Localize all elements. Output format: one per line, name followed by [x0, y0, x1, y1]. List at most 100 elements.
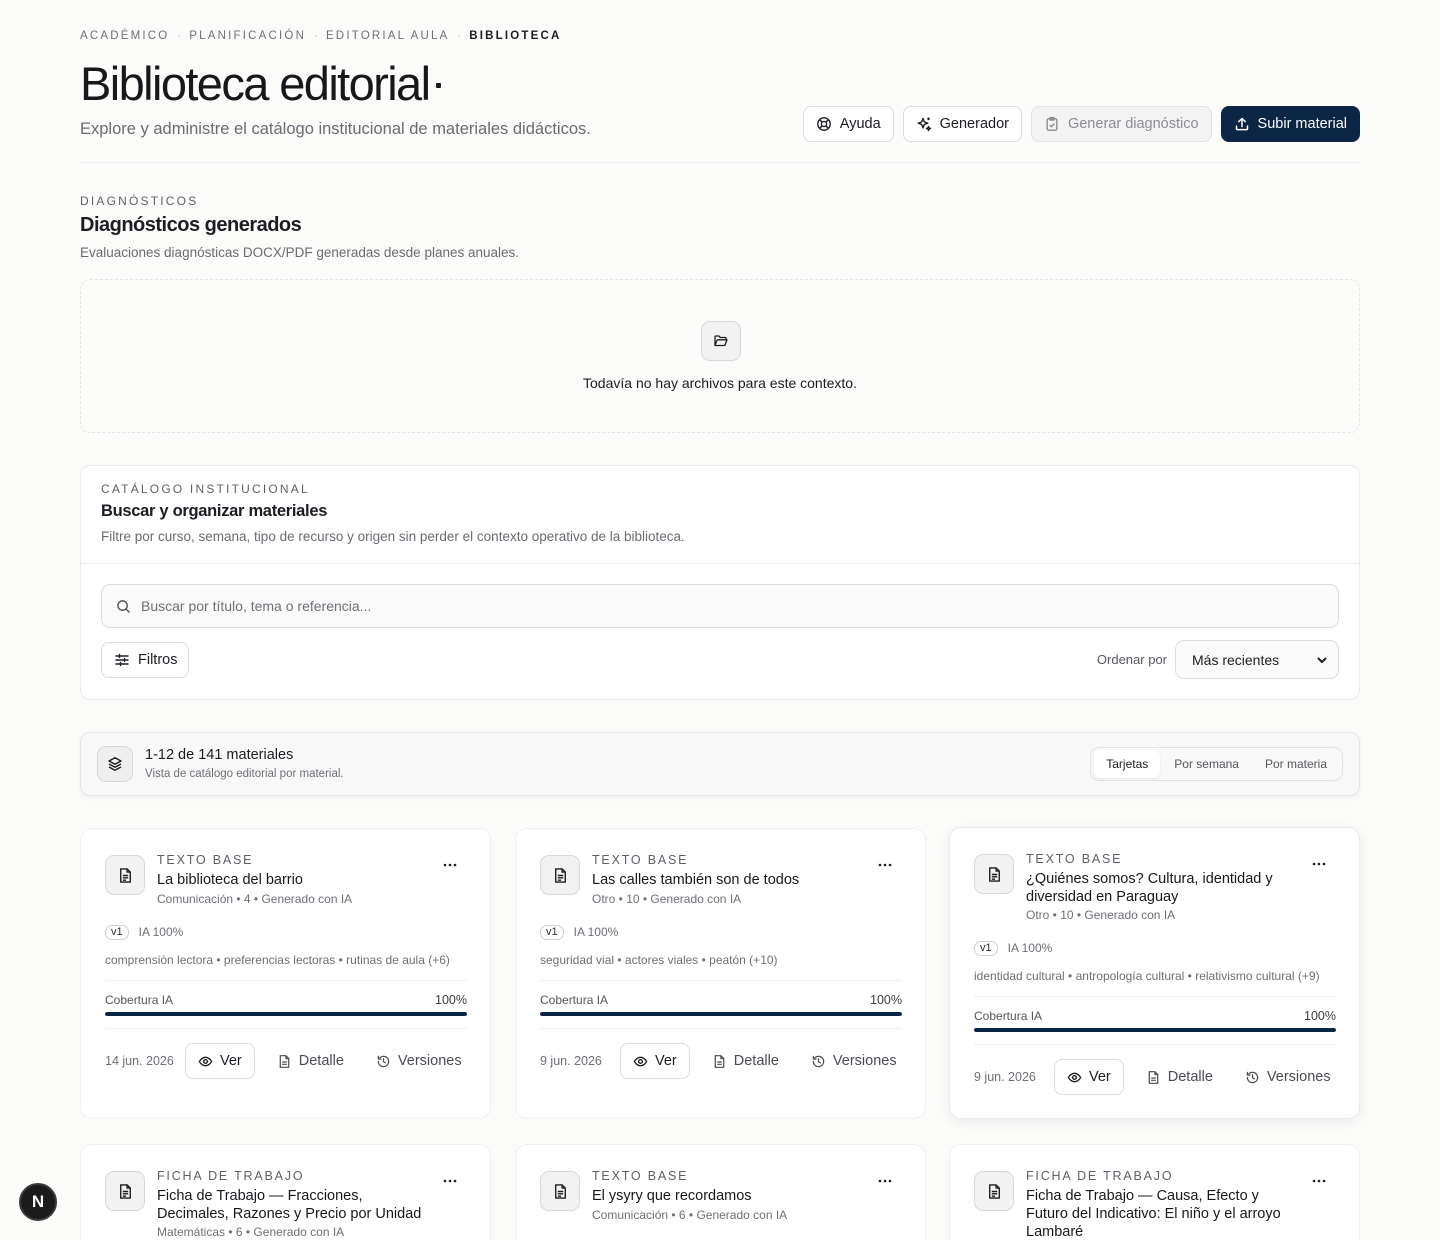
- material-title[interactable]: Las calles también son de todos: [592, 871, 862, 889]
- material-card[interactable]: TEXTO BASE Las calles también son de tod…: [515, 828, 926, 1119]
- document-icon: [105, 1171, 145, 1211]
- version-badge: v1: [540, 924, 564, 940]
- breadcrumb-item[interactable]: EDITORIAL AULA: [326, 30, 449, 42]
- diagnostics-title: Diagnósticos generados: [80, 214, 302, 236]
- material-type: TEXTO BASE: [592, 1169, 689, 1183]
- header-actions: Ayuda Generador Generar diagnóstico Subi…: [802, 106, 1360, 142]
- material-meta: Comunicación • 6 • Generado con IA: [592, 1208, 788, 1222]
- file-text-icon: [714, 1054, 725, 1068]
- catalog-description: Filtre por curso, semana, tipo de recurs…: [101, 529, 685, 544]
- empty-message: Todavía no hay archivos para este contex…: [583, 375, 857, 391]
- material-tags: identidad cultural • antropología cultur…: [974, 969, 1320, 983]
- material-date: 9 jun. 2026: [540, 1054, 602, 1068]
- view-tab-by-week[interactable]: Por semana: [1162, 750, 1251, 778]
- coverage-bar: [974, 1028, 1336, 1032]
- diagnostics-description: Evaluaciones diagnósticas DOCX/PDF gener…: [80, 245, 520, 260]
- material-title[interactable]: La biblioteca del barrio: [157, 871, 427, 889]
- view-tab-by-subject[interactable]: Por materia: [1253, 750, 1339, 778]
- material-title[interactable]: Ficha de Trabajo — Fracciones, Decimales…: [157, 1187, 427, 1223]
- history-icon: [1246, 1071, 1259, 1083]
- diagnostics-empty-state: Todavía no hay archivos para este contex…: [80, 279, 1360, 433]
- results-bar: 1-12 de 141 materiales Vista de catálogo…: [80, 732, 1360, 796]
- material-card[interactable]: FICHA DE TRABAJO Ficha de Trabajo — Caus…: [949, 1144, 1360, 1240]
- material-meta: Matemáticas • 6 • Generado con IA: [157, 1225, 345, 1239]
- card-body: v1 IA 100% comprensión lectora • preferen…: [105, 924, 467, 1079]
- sort-select[interactable]: Más recientes: [1175, 640, 1339, 679]
- file-text-icon: [1148, 1070, 1159, 1084]
- versions-button[interactable]: Versiones: [811, 1053, 897, 1069]
- material-card[interactable]: TEXTO BASE El ysyry que recordamos Comun…: [515, 1144, 926, 1240]
- breadcrumb-item[interactable]: ACADÉMICO: [80, 30, 169, 42]
- view-button[interactable]: Ver: [185, 1043, 255, 1079]
- ai-percentage: IA 100%: [1007, 941, 1053, 955]
- more-options-icon[interactable]: [442, 857, 458, 873]
- view-button[interactable]: Ver: [620, 1043, 690, 1079]
- material-type: FICHA DE TRABAJO: [1026, 1169, 1174, 1183]
- version-badge: v1: [105, 924, 129, 940]
- page-subtitle: Explore y administre el catálogo institu…: [80, 120, 591, 138]
- coverage-fill: [105, 1012, 467, 1016]
- material-card[interactable]: FICHA DE TRABAJO Ficha de Trabajo — Frac…: [80, 1144, 491, 1240]
- more-options-icon[interactable]: [442, 1173, 458, 1189]
- eye-icon: [633, 1056, 648, 1066]
- detail-button[interactable]: Detalle: [1146, 1069, 1213, 1085]
- coverage-label: Cobertura IA: [105, 993, 174, 1007]
- file-text-icon: [279, 1054, 290, 1068]
- material-type: FICHA DE TRABAJO: [157, 1169, 305, 1183]
- view-tab-cards[interactable]: Tarjetas: [1094, 750, 1161, 778]
- document-icon: [974, 1171, 1014, 1211]
- breadcrumb: ACADÉMICO · PLANIFICACIÓN · EDITORIAL AULA…: [80, 30, 562, 42]
- search-icon: [117, 599, 130, 613]
- layers-icon: [97, 746, 133, 782]
- versions-button[interactable]: Versiones: [1245, 1069, 1331, 1085]
- more-options-icon[interactable]: [877, 857, 893, 873]
- page-title: Biblioteca editorial: [80, 56, 442, 111]
- sliders-icon: [115, 653, 129, 667]
- diagnostics-eyebrow: DIAGNÓSTICOS: [80, 194, 199, 208]
- material-title[interactable]: El ysyry que recordamos: [592, 1187, 862, 1205]
- clipboard-check-icon: [1046, 116, 1058, 131]
- more-options-icon[interactable]: [877, 1173, 893, 1189]
- search-input[interactable]: [141, 598, 1291, 614]
- generate-diagnostic-button[interactable]: Generar diagnóstico: [1030, 106, 1212, 142]
- more-options-icon[interactable]: [1311, 856, 1327, 872]
- material-card[interactable]: TEXTO BASE ¿Quiénes somos? Cultura, iden…: [949, 827, 1360, 1119]
- coverage-fill: [974, 1028, 1336, 1032]
- catalog-eyebrow: CATÁLOGO INSTITUCIONAL: [101, 482, 310, 496]
- more-options-icon[interactable]: [1311, 1173, 1327, 1189]
- filters-button[interactable]: Filtros: [101, 642, 189, 678]
- results-count: 1-12 de 141 materiales: [145, 747, 294, 763]
- detail-button[interactable]: Detalle: [277, 1053, 344, 1069]
- upload-material-button[interactable]: Subir material: [1220, 106, 1360, 142]
- document-icon: [540, 1171, 580, 1211]
- versions-button[interactable]: Versiones: [376, 1053, 462, 1069]
- history-icon: [377, 1055, 390, 1067]
- ai-percentage: IA 100%: [573, 925, 619, 939]
- breadcrumb-item[interactable]: PLANIFICACIÓN: [189, 30, 306, 42]
- material-title[interactable]: ¿Quiénes somos? Cultura, identidad y div…: [1026, 870, 1296, 906]
- material-date: 14 jun. 2026: [105, 1054, 174, 1068]
- coverage-bar: [105, 1012, 467, 1016]
- upload-icon: [1235, 117, 1248, 131]
- eye-icon: [198, 1056, 213, 1066]
- search-box: [101, 584, 1339, 628]
- coverage-label: Cobertura IA: [540, 993, 609, 1007]
- material-title[interactable]: Ficha de Trabajo — Causa, Efecto y Futur…: [1026, 1187, 1296, 1240]
- help-button[interactable]: Ayuda: [802, 106, 894, 142]
- breadcrumb-current: BIBLIOTECA: [469, 30, 562, 42]
- generator-button[interactable]: Generador: [902, 106, 1022, 142]
- material-type: TEXTO BASE: [1026, 852, 1123, 866]
- coverage-fill: [540, 1012, 902, 1016]
- history-icon: [812, 1055, 825, 1067]
- document-icon: [540, 855, 580, 895]
- app-launcher-button[interactable]: N: [19, 1183, 57, 1221]
- eye-icon: [1067, 1072, 1082, 1082]
- material-card[interactable]: TEXTO BASE La biblioteca del barrio Comu…: [80, 828, 491, 1119]
- chevron-down-icon: [1317, 657, 1327, 663]
- coverage-percent: 100%: [870, 993, 902, 1007]
- sort-value: Más recientes: [1192, 651, 1280, 668]
- coverage-label: Cobertura IA: [974, 1009, 1043, 1023]
- view-button[interactable]: Ver: [1054, 1059, 1124, 1095]
- detail-button[interactable]: Detalle: [712, 1053, 779, 1069]
- catalog-title: Buscar y organizar materiales: [101, 502, 328, 520]
